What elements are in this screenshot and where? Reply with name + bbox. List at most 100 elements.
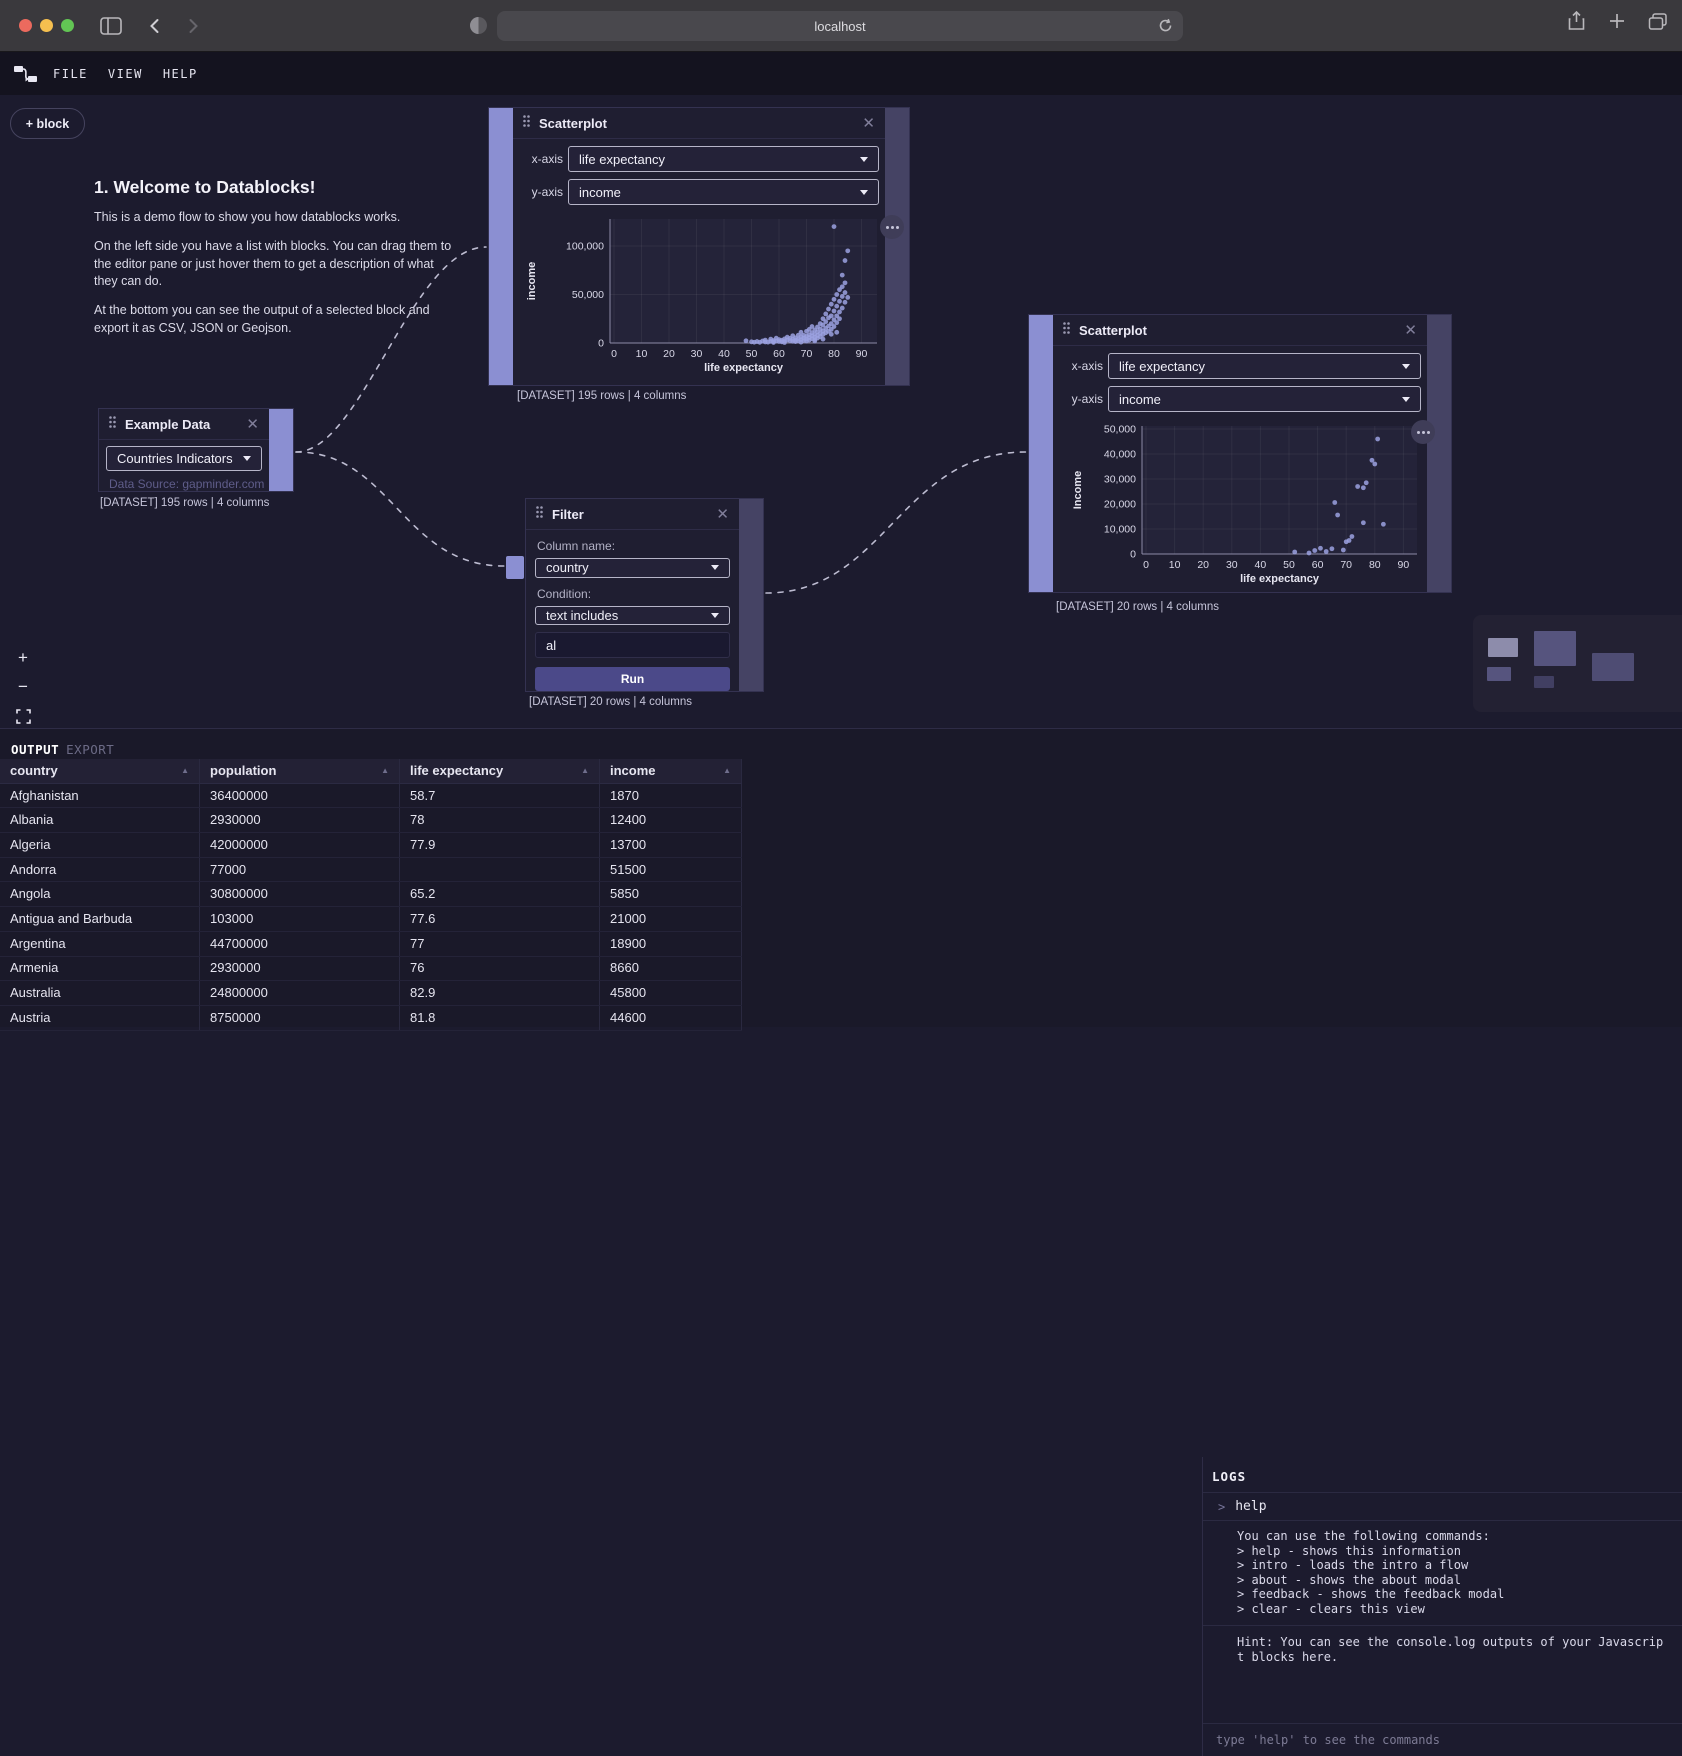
more-options-button[interactable] bbox=[1411, 420, 1435, 444]
table-cell: Australia bbox=[0, 981, 200, 1005]
sort-icon[interactable]: ▲ bbox=[181, 759, 189, 783]
sidebar-toggle-icon[interactable] bbox=[100, 17, 122, 35]
scatter-chart: 0102030405060708090050,000100,000life ex… bbox=[525, 209, 911, 381]
column-header-population[interactable]: population▲ bbox=[200, 759, 400, 783]
input-port[interactable] bbox=[1029, 315, 1053, 592]
fit-view-button[interactable] bbox=[12, 705, 34, 727]
dataset-select[interactable]: Countries Indicators bbox=[106, 446, 262, 471]
close-window-button[interactable] bbox=[19, 19, 32, 32]
minimize-window-button[interactable] bbox=[40, 19, 53, 32]
sort-icon[interactable]: ▲ bbox=[381, 759, 389, 783]
zoom-out-button[interactable]: − bbox=[12, 676, 34, 698]
close-icon[interactable]: ✕ bbox=[246, 417, 259, 432]
svg-text:40: 40 bbox=[718, 348, 730, 360]
column-header-life-expectancy[interactable]: life expectancy▲ bbox=[400, 759, 600, 783]
tab-overview-icon[interactable] bbox=[1648, 12, 1668, 35]
logs-panel: LOGS > help You can use the following co… bbox=[1202, 1457, 1682, 1756]
scatterplot-block-2[interactable]: Scatterplot ✕ x-axis life expectancy y-a… bbox=[1028, 314, 1452, 593]
column-select-value: country bbox=[546, 560, 589, 575]
svg-text:100,000: 100,000 bbox=[566, 241, 604, 253]
minimap[interactable] bbox=[1473, 615, 1682, 712]
run-button[interactable]: Run bbox=[535, 667, 730, 691]
filter-block[interactable]: Filter ✕ Column name: country Condition:… bbox=[525, 498, 764, 692]
output-table: country▲population▲life expectancy▲incom… bbox=[0, 759, 742, 1031]
input-port[interactable] bbox=[506, 556, 524, 579]
table-cell: 5850 bbox=[600, 882, 742, 906]
table-cell: Angola bbox=[0, 882, 200, 906]
input-port[interactable] bbox=[489, 108, 513, 385]
browser-chrome: localhost bbox=[0, 0, 1682, 52]
maximize-window-button[interactable] bbox=[61, 19, 74, 32]
privacy-shield-icon[interactable] bbox=[468, 15, 489, 41]
svg-text:10: 10 bbox=[636, 348, 648, 360]
block-header[interactable]: Example Data ✕ bbox=[99, 409, 269, 440]
y-axis-select[interactable]: income bbox=[1108, 386, 1421, 412]
flow-editor-canvas[interactable]: + block 1. Welcome to Datablocks! This i… bbox=[0, 95, 1682, 728]
table-cell: 103000 bbox=[200, 907, 400, 931]
more-options-button[interactable] bbox=[880, 215, 904, 239]
x-axis-select[interactable]: life expectancy bbox=[568, 146, 879, 172]
tab-output[interactable]: OUTPUT bbox=[11, 742, 59, 757]
log-response: You can use the following commands:> hel… bbox=[1203, 1521, 1682, 1626]
svg-text:Income: Income bbox=[1072, 471, 1084, 510]
table-cell: 51500 bbox=[600, 858, 742, 882]
svg-text:80: 80 bbox=[1369, 559, 1381, 571]
table-row: Andorra7700051500 bbox=[0, 858, 742, 883]
block-header[interactable]: Scatterplot ✕ bbox=[1053, 315, 1427, 346]
drag-handle-icon[interactable] bbox=[1063, 321, 1070, 339]
filter-value-input[interactable] bbox=[535, 632, 730, 658]
forward-button[interactable] bbox=[184, 17, 202, 35]
table-cell: Antigua and Barbuda bbox=[0, 907, 200, 931]
output-port[interactable] bbox=[739, 499, 763, 691]
drag-handle-icon[interactable] bbox=[109, 415, 116, 433]
scatter-chart: 0102030405060708090010,00020,00030,00040… bbox=[1069, 414, 1449, 586]
log-line: > help - shows this information bbox=[1237, 1544, 1670, 1559]
output-tabs: OUTPUT EXPORT bbox=[0, 729, 1682, 757]
table-row: Algeria4200000077.913700 bbox=[0, 833, 742, 858]
address-bar[interactable]: localhost bbox=[497, 11, 1183, 41]
sort-icon[interactable]: ▲ bbox=[723, 759, 731, 783]
app-logo-icon[interactable] bbox=[13, 62, 39, 86]
column-header-country[interactable]: country▲ bbox=[0, 759, 200, 783]
new-tab-icon[interactable] bbox=[1608, 12, 1626, 35]
table-cell: 65.2 bbox=[400, 882, 600, 906]
reload-icon[interactable] bbox=[1157, 17, 1174, 39]
table-cell: 82.9 bbox=[400, 981, 600, 1005]
svg-text:70: 70 bbox=[1340, 559, 1352, 571]
app-menu-bar: FILE VIEW HELP bbox=[0, 52, 1682, 95]
zoom-in-button[interactable]: + bbox=[12, 647, 34, 669]
y-axis-select[interactable]: income bbox=[568, 179, 879, 205]
share-icon[interactable] bbox=[1567, 10, 1586, 36]
x-axis-select[interactable]: life expectancy bbox=[1108, 353, 1421, 379]
scatterplot-block-1[interactable]: Scatterplot ✕ x-axis life expectancy y-a… bbox=[488, 107, 910, 386]
condition-select[interactable]: text includes bbox=[535, 606, 730, 626]
logs-command-input[interactable] bbox=[1203, 1733, 1682, 1747]
svg-text:30: 30 bbox=[1226, 559, 1238, 571]
back-button[interactable] bbox=[146, 17, 164, 35]
column-header-income[interactable]: income▲ bbox=[600, 759, 742, 783]
column-select[interactable]: country bbox=[535, 558, 730, 578]
table-cell: 13700 bbox=[600, 833, 742, 857]
table-cell: 77.9 bbox=[400, 833, 600, 857]
table-cell: 78 bbox=[400, 808, 600, 832]
block-header[interactable]: Scatterplot ✕ bbox=[513, 108, 885, 139]
add-block-button[interactable]: + block bbox=[10, 108, 85, 139]
svg-text:20: 20 bbox=[663, 348, 675, 360]
block-header[interactable]: Filter ✕ bbox=[526, 499, 739, 530]
table-cell: Albania bbox=[0, 808, 200, 832]
drag-handle-icon[interactable] bbox=[523, 114, 530, 132]
menu-item-file[interactable]: FILE bbox=[53, 67, 88, 81]
dataset-caption: [DATASET] 20 rows | 4 columns bbox=[1056, 601, 1219, 613]
sort-icon[interactable]: ▲ bbox=[581, 759, 589, 783]
tab-export[interactable]: EXPORT bbox=[66, 742, 114, 757]
close-icon[interactable]: ✕ bbox=[716, 507, 729, 522]
output-port[interactable] bbox=[269, 409, 293, 491]
example-data-block[interactable]: Example Data ✕ Countries Indicators Data… bbox=[98, 408, 294, 492]
data-source-text: Data Source: gapminder.com bbox=[109, 477, 269, 491]
menu-item-help[interactable]: HELP bbox=[163, 67, 198, 81]
close-icon[interactable]: ✕ bbox=[862, 116, 875, 131]
close-icon[interactable]: ✕ bbox=[1404, 323, 1417, 338]
menu-item-view[interactable]: VIEW bbox=[108, 67, 143, 81]
drag-handle-icon[interactable] bbox=[536, 505, 543, 523]
table-cell: 36400000 bbox=[200, 784, 400, 808]
